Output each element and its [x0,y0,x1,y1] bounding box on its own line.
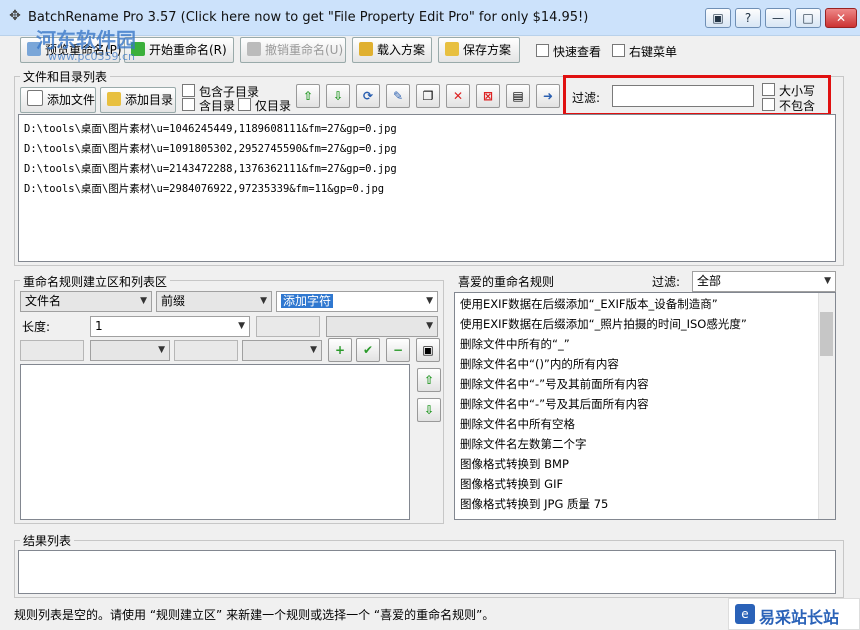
length-select[interactable]: 1 ▼ [90,316,250,337]
list-item[interactable]: 使用EXIF数据在后缀添加“_照片拍摄的时间_ISO感光度” [460,316,820,336]
load-scheme-button[interactable]: 载入方案 [352,37,432,63]
watermark-logo: e 易采站长站 [728,598,860,630]
rule-down-icon[interactable]: ⇩ [417,398,441,422]
chevron-down-icon: ▼ [260,296,267,306]
right-menu-checkbox[interactable]: 右键菜单 [612,43,677,60]
edit-icon[interactable]: ✎ [386,84,410,108]
list-item[interactable]: 使用EXIF数据在后缀添加“_EXIF版本_设备制造商” [460,296,820,316]
results-list[interactable] [18,550,836,594]
list-item[interactable]: D:\tools\桌面\图片素材\u=1091805302,2952745590… [24,141,624,161]
file-list-label: 文件和目录列表 [20,68,111,85]
chevron-down-icon: ▼ [824,276,831,286]
list-item[interactable]: D:\tools\桌面\图片素材\u=1046245449,1189608111… [24,121,624,141]
only-dir-checkbox[interactable]: 仅目录 [238,97,291,114]
status-text: 规则列表是空的。请使用 “规则建立区” 来新建一个规则或选择一个 “喜爱的重命名… [14,608,495,622]
add-file-button[interactable]: 添加文件 [20,87,96,113]
save-rule-icon[interactable]: ▣ [416,338,440,362]
results-label: 结果列表 [20,532,75,549]
copy-icon[interactable]: ❐ [416,84,440,108]
checkbox-icon [536,44,549,57]
list-item[interactable]: 删除文件名左数第二个字 [460,436,820,456]
param-input[interactable] [256,316,320,337]
save-icon [445,42,459,56]
rule-up-icon[interactable]: ⇧ [417,368,441,392]
undo-icon [247,42,261,56]
checkbox-icon [762,83,775,96]
file-icon [27,90,43,106]
list-item[interactable]: 删除文件名中“-”号及其后面所有内容 [460,396,820,416]
watermark-site-name: 河东软件园 [36,28,136,52]
add-rule-icon[interactable]: + [328,338,352,362]
document-icon[interactable]: ▤ [506,84,530,108]
add-directory-button[interactable]: 添加目录 [100,87,176,113]
logo-icon: e [735,604,755,624]
help-icon[interactable]: ? [735,8,761,28]
filter-label: 过滤: [572,91,601,105]
start-rename-button[interactable]: 开始重命名(R) [124,37,234,63]
chevron-down-icon: ▼ [140,296,147,306]
save-scheme-button[interactable]: 保存方案 [438,37,520,63]
remove-rule-icon[interactable]: − [386,338,410,362]
checkbox-icon [182,98,195,111]
list-item[interactable]: 图像格式转换到 JPG 质量 75 [460,496,820,516]
action-select[interactable]: 添加字符 ▼ [276,291,438,312]
field-select[interactable]: 文件名 ▼ [20,291,152,312]
window-title[interactable]: BatchRename Pro 3.57 (Click here now to … [28,10,588,25]
confirm-rule-icon[interactable]: ✔ [356,338,380,362]
list-item[interactable]: 图像格式转换到 BMP [460,456,820,476]
position-select[interactable]: 前缀 ▼ [156,291,272,312]
checkbox-icon [762,98,775,111]
list-item[interactable]: 删除文件名中“()”内的所有内容 [460,356,820,376]
length-spacer [20,316,86,337]
app-icon: ✥ [9,8,21,24]
chevron-down-icon: ▼ [310,345,317,355]
chevron-down-icon: ▼ [426,296,433,306]
param-select-2[interactable]: ▼ [90,340,170,361]
param-input-2[interactable] [20,340,84,361]
refresh-icon[interactable]: ⟳ [356,84,380,108]
list-item[interactable]: 删除文件名中所有空格 [460,416,820,436]
param-select-3[interactable]: ▼ [242,340,322,361]
close-button[interactable]: ✕ [825,8,857,28]
move-up-icon[interactable]: ⇧ [296,84,320,108]
move-down-icon[interactable]: ⇩ [326,84,350,108]
delete-icon[interactable]: ✕ [446,84,470,108]
rule-list[interactable] [20,364,410,520]
undo-rename-button[interactable]: 撤销重命名(U) [240,37,346,63]
watermark-site-url: www.pc0359.cn [48,50,136,63]
quick-view-checkbox[interactable]: 快速查看 [536,43,601,60]
chevron-down-icon: ▼ [158,345,165,355]
list-item[interactable]: 删除文件名中“-”号及其前面所有内容 [460,376,820,396]
favorites-filter-label: 过滤: [652,275,681,289]
load-icon [359,42,373,56]
minimize-button[interactable]: — [765,8,791,28]
include-dir-checkbox[interactable]: 含目录 [182,97,235,114]
chevron-down-icon: ▼ [238,321,245,331]
scrollbar-thumb[interactable] [820,312,833,356]
checkbox-icon [238,98,251,111]
filter-input[interactable] [612,85,754,107]
pin-icon[interactable]: ▣ [705,8,731,28]
chevron-down-icon: ▼ [426,321,433,331]
list-item[interactable]: 删除文件中所有的“_” [460,336,820,356]
rule-builder-label: 重命名规则建立区和列表区 [20,273,171,290]
checkbox-icon [612,44,625,57]
clear-icon[interactable]: ⊠ [476,84,500,108]
checkbox-icon [182,84,195,97]
favorites-filter-select[interactable]: 全部 ▼ [692,271,836,292]
list-item[interactable]: 图像格式转换到 GIF [460,476,820,496]
param-input-3[interactable] [174,340,238,361]
export-icon[interactable]: ➜ [536,84,560,108]
param-select[interactable]: ▼ [326,316,438,337]
favorites-label: 喜爱的重命名规则 [458,275,555,289]
maximize-button[interactable]: □ [795,8,821,28]
folder-icon [107,92,121,106]
list-item[interactable]: D:\tools\桌面\图片素材\u=2143472288,1376362111… [24,161,624,181]
not-contain-checkbox[interactable]: 不包含 [762,97,815,114]
list-item[interactable]: D:\tools\桌面\图片素材\u=2984076922,97235339&f… [24,181,624,201]
